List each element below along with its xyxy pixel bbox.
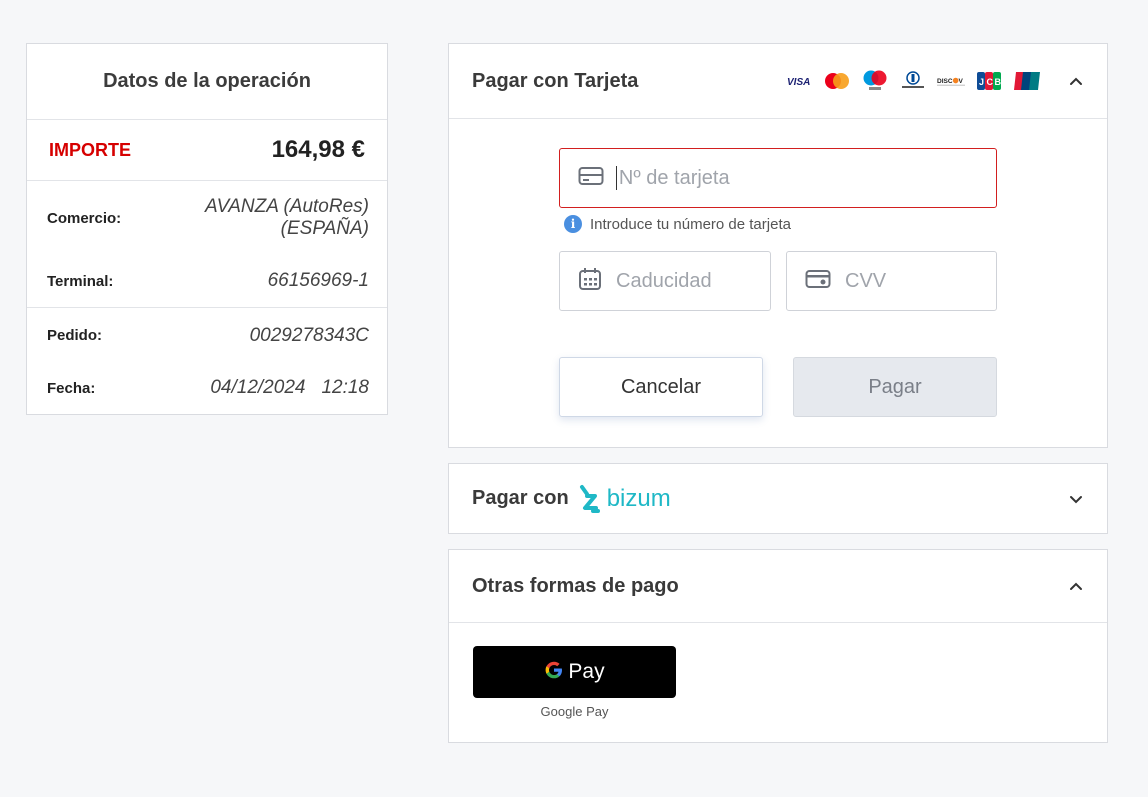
- operation-title: Datos de la operación: [27, 44, 387, 120]
- date-day: 04/12/2024: [210, 377, 306, 398]
- google-pay-button[interactable]: Pay: [473, 646, 676, 698]
- cvv-input[interactable]: [845, 269, 996, 293]
- discover-icon: DISC V: [937, 72, 965, 90]
- order-label: Pedido:: [47, 327, 102, 344]
- merchant-country: (ESPAÑA): [280, 218, 369, 239]
- amount-row: IMPORTE 164,98 €: [27, 120, 387, 181]
- cancel-button[interactable]: Cancelar: [559, 357, 763, 417]
- card-number-hint: i Introduce tu número de tarjeta: [564, 215, 791, 233]
- card-number-field[interactable]: [559, 148, 997, 208]
- bizum-logo: bizum: [579, 484, 671, 514]
- terminal-row: Terminal: 66156969-1: [27, 255, 387, 308]
- merchant-label: Comercio:: [47, 209, 122, 227]
- info-icon: i: [564, 215, 582, 233]
- card-panel-title: Pagar con Tarjeta: [472, 69, 639, 92]
- card-payment-panel: Pagar con Tarjeta VISA DISC V JCB Nº de …: [448, 43, 1108, 448]
- bizum-icon: [579, 484, 600, 513]
- bizum-brand-text: bizum: [606, 484, 671, 512]
- terminal-value: 66156969-1: [267, 270, 369, 291]
- text-cursor: [616, 166, 617, 190]
- other-panel-header[interactable]: Otras formas de pago: [449, 550, 1107, 623]
- card-number-hint-text: Introduce tu número de tarjeta: [590, 215, 791, 233]
- visa-icon: VISA: [785, 72, 813, 90]
- merchant-value: AVANZA (AutoRes) (ESPAÑA): [205, 196, 369, 240]
- card-panel-header[interactable]: Pagar con Tarjeta VISA DISC V JCB: [449, 44, 1107, 119]
- operation-details-panel: Datos de la operación IMPORTE 164,98 € C…: [26, 43, 388, 415]
- calendar-icon: [578, 267, 602, 296]
- date-value: 04/12/2024 12:18: [210, 377, 369, 399]
- card-brands: VISA DISC V JCB: [785, 70, 1041, 90]
- maestro-icon: [861, 70, 889, 90]
- card-cvv-icon: [805, 269, 831, 294]
- credit-card-icon: [578, 166, 604, 191]
- svg-text:J: J: [979, 77, 984, 87]
- bizum-panel-title: Pagar con: [472, 487, 569, 509]
- terminal-label: Terminal:: [47, 272, 114, 290]
- merchant-row: Comercio: AVANZA (AutoRes) (ESPAÑA): [27, 181, 387, 255]
- chevron-down-icon[interactable]: [1067, 490, 1085, 508]
- bizum-panel[interactable]: Pagar con bizum: [448, 463, 1108, 534]
- other-payments-panel: Otras formas de pago Pay Google Pay: [448, 549, 1108, 743]
- date-label: Fecha:: [47, 379, 96, 397]
- svg-text:B: B: [995, 77, 1002, 87]
- merchant-name: AVANZA (AutoRes): [204, 196, 369, 217]
- svg-text:DISC: DISC: [937, 78, 953, 85]
- pay-button[interactable]: Pagar: [793, 357, 997, 417]
- expiry-field[interactable]: [559, 251, 771, 311]
- jcb-icon: JCB: [975, 72, 1003, 90]
- date-row: Fecha: 04/12/2024 12:18: [27, 363, 387, 413]
- amount-label: IMPORTE: [49, 139, 132, 160]
- chevron-up-icon[interactable]: [1067, 577, 1085, 595]
- svg-text:V: V: [958, 78, 963, 85]
- order-value: 0029278343C: [249, 324, 369, 346]
- date-time: 12:18: [321, 377, 369, 398]
- order-row: Pedido: 0029278343C: [27, 308, 387, 363]
- unionpay-icon: [1013, 72, 1041, 90]
- svg-text:C: C: [987, 77, 994, 87]
- expiry-input[interactable]: [616, 269, 770, 293]
- amount-value: 164,98 €: [271, 136, 365, 163]
- google-g-icon: [544, 660, 564, 685]
- google-pay-label: Pay: [568, 660, 605, 683]
- diners-club-icon: [899, 71, 927, 90]
- cvv-field[interactable]: [786, 251, 997, 311]
- chevron-up-icon[interactable]: [1067, 72, 1085, 90]
- mastercard-icon: [823, 72, 851, 90]
- other-panel-title: Otras formas de pago: [472, 574, 679, 597]
- bizum-header: Pagar con bizum: [472, 484, 671, 514]
- svg-text:VISA: VISA: [787, 77, 810, 86]
- card-number-input[interactable]: [618, 166, 996, 190]
- google-pay-caption: Google Pay: [540, 704, 609, 719]
